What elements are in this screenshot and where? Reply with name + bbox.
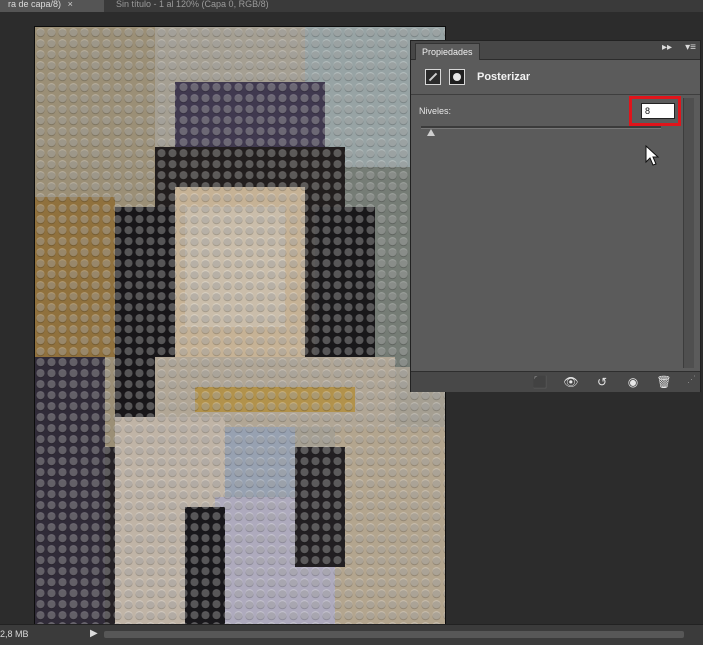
close-icon[interactable]: × <box>68 0 73 9</box>
adjustment-header: Posterizar <box>411 60 700 95</box>
panel-header: Propiedades ▸▸ ▾≡ <box>411 41 700 60</box>
panel-footer: ⬛ 👁 ↺ ◉ 🗑 ⋰ <box>411 371 700 392</box>
layer-mask-icon[interactable] <box>449 69 465 85</box>
document-tab-label: Sin título - 1 al 120% (Capa 0, RGB/8) <box>116 0 269 9</box>
properties-panel: Propiedades ▸▸ ▾≡ Posterizar Niveles: 8 … <box>410 40 701 392</box>
panel-scrollbar[interactable] <box>683 98 694 368</box>
lego-mosaic-image <box>35 27 445 631</box>
reset-icon[interactable]: ↺ <box>593 374 611 390</box>
panel-menu-icon[interactable]: ▾≡ <box>685 42 696 53</box>
trash-icon[interactable]: 🗑 <box>655 374 673 390</box>
levels-input[interactable]: 8 <box>641 103 675 119</box>
posterize-icon[interactable] <box>425 69 441 85</box>
document-canvas[interactable] <box>34 26 446 632</box>
document-tab-inactive[interactable]: Sin título - 1 al 120% (Capa 0, RGB/8) <box>108 0 308 12</box>
mouse-cursor-icon <box>645 145 660 166</box>
horizontal-scrollbar[interactable] <box>104 631 684 638</box>
view-previous-state-icon[interactable]: 👁 <box>562 374 580 390</box>
document-size: 2,8 MB <box>0 629 29 639</box>
status-bar: 2,8 MB ▶ <box>0 624 703 645</box>
levels-slider-track[interactable] <box>421 126 661 129</box>
double-chevron-right-icon[interactable]: ▸▸ <box>662 42 672 53</box>
visibility-icon[interactable]: ◉ <box>624 374 642 390</box>
tab-properties[interactable]: Propiedades <box>415 43 480 60</box>
levels-label: Niveles: <box>419 106 452 116</box>
document-tab-label: ra de capa/8) <box>8 0 62 9</box>
triangle-right-icon[interactable]: ▶ <box>90 628 98 639</box>
document-tab-active[interactable]: ra de capa/8) × <box>0 0 104 12</box>
clip-to-layer-icon[interactable]: ⬛ <box>531 374 549 390</box>
resize-grip-icon[interactable]: ⋰ <box>687 374 696 385</box>
levels-slider-thumb[interactable] <box>427 129 435 136</box>
adjustment-title: Posterizar <box>477 71 531 83</box>
